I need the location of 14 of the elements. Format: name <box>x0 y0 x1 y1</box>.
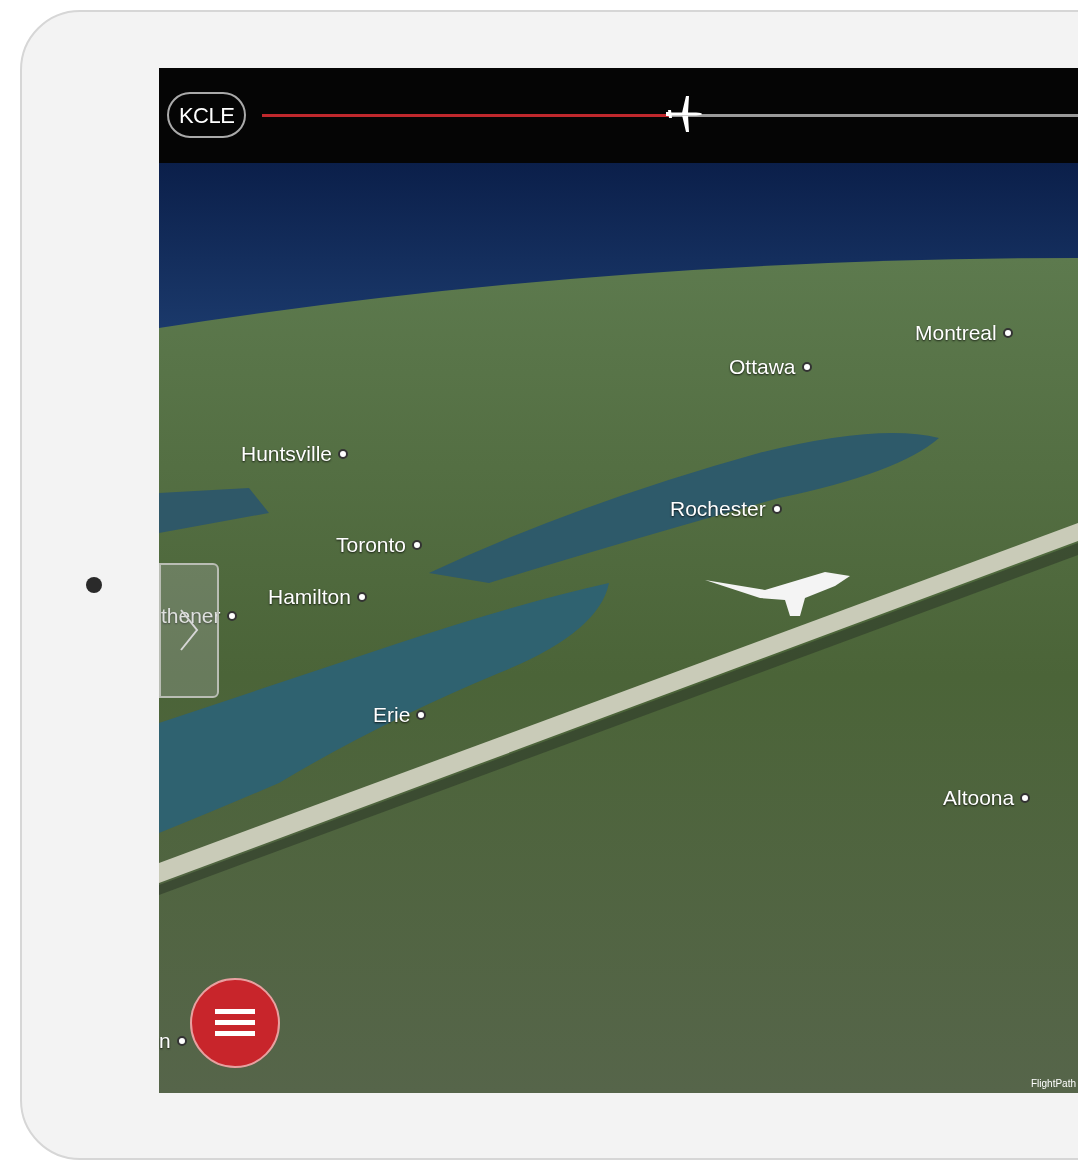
airplane-icon <box>664 93 705 134</box>
map-attribution: FlightPath <box>1030 1076 1076 1091</box>
menu-icon <box>215 1008 255 1037</box>
city-label: Montreal <box>915 320 997 345</box>
city-label: Ottawa <box>729 354 796 379</box>
airport-code-badge: KCLE <box>167 92 247 138</box>
city-label: n <box>159 1028 171 1053</box>
city-label: Altoona <box>943 785 1015 810</box>
city-label: Rochester <box>670 496 766 521</box>
city-label: Erie <box>373 702 411 727</box>
side-panel-handle[interactable] <box>159 562 219 698</box>
city-label: Toronto <box>336 532 407 557</box>
city-label: Hamilton <box>268 584 351 609</box>
city-label: Huntsville <box>241 441 333 466</box>
